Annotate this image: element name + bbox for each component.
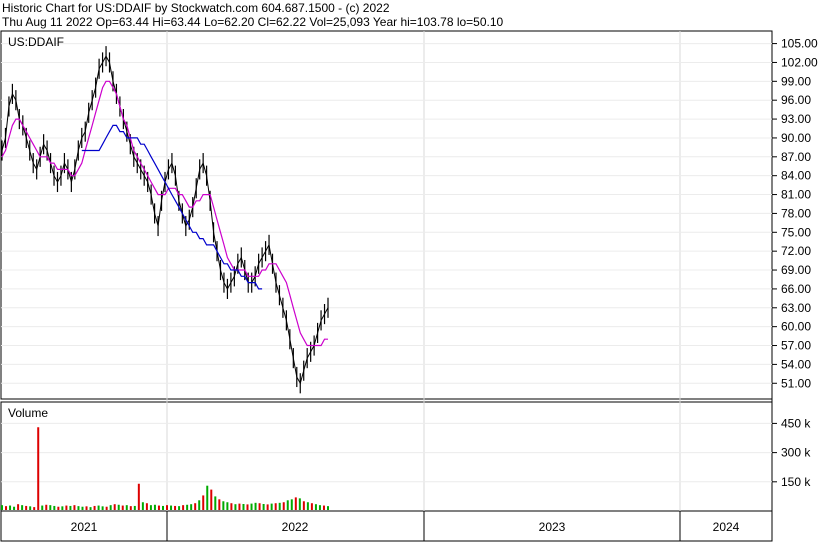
year-label: 2023 (539, 520, 566, 534)
volume-panel-frame (0, 401, 773, 512)
volume-tick-label: 150 k (781, 475, 811, 489)
price-tick-label: 63.00 (781, 301, 811, 315)
price-tick-label: 93.00 (781, 112, 811, 126)
volume-tick-label: 300 k (781, 446, 811, 460)
price-tick-label: 102.00 (781, 55, 818, 69)
year-label: 2021 (71, 520, 98, 534)
price-tick-label: 87.00 (781, 150, 811, 164)
price-tick-label: 81.00 (781, 188, 811, 202)
price-tick-label: 51.00 (781, 376, 811, 390)
moving-average-long-line (81, 124, 263, 290)
year-label: 2022 (282, 520, 309, 534)
price-tick-label: 99.00 (781, 74, 811, 88)
price-tick-label: 66.00 (781, 282, 811, 296)
price-tick-label: 78.00 (781, 206, 811, 220)
price-panel-title: US:DDAIF (8, 35, 64, 49)
price-tick-label: 90.00 (781, 131, 811, 145)
volume-tick-label: 450 k (781, 416, 811, 430)
price-tick-label: 54.00 (781, 357, 811, 371)
price-tick-label: 57.00 (781, 339, 811, 353)
stock-chart: 105.00 102.00 99.00 96.00 93.00 90.00 87.00 84.… (0, 30, 818, 542)
price-tick-label: 75.00 (781, 225, 811, 239)
price-tick-label: 72.00 (781, 244, 811, 258)
volume-panel-title: Volume (8, 406, 48, 420)
year-label: 2024 (713, 520, 740, 534)
price-line (1, 55, 329, 385)
price-tick-label: 105.00 (781, 37, 818, 51)
year-axis-frame (0, 510, 773, 542)
price-tick-label: 69.00 (781, 263, 811, 277)
price-tick-label: 96.00 (781, 93, 811, 107)
price-tick-label: 60.00 (781, 320, 811, 334)
price-tick-label: 84.00 (781, 169, 811, 183)
